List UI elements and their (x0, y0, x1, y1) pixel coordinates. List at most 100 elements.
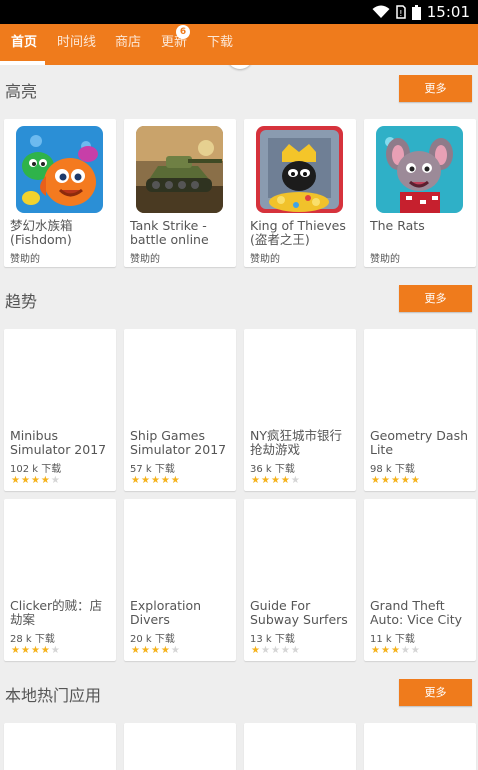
featured-card-the-rats[interactable]: The Rats 赞助的 (364, 119, 476, 267)
star-icon: ★ (140, 475, 150, 486)
more-button-featured[interactable]: 更多 (399, 75, 472, 102)
section-title-local-popular: 本地热门应用 (5, 686, 102, 705)
card-subtitle: 赞助的 (250, 254, 280, 265)
rating-stars: ★ ★ ★ ★ ★ (251, 476, 300, 486)
star-icon: ★ (40, 645, 50, 656)
tank-strike-icon (136, 126, 223, 213)
star-icon: ★ (290, 645, 300, 656)
card-title: Geometry Dash Lite (370, 428, 469, 457)
card-downloads: 102 k 下载 (10, 464, 62, 475)
fishdom-icon (16, 126, 103, 213)
star-icon: ★ (251, 475, 260, 486)
trending-card[interactable]: NY疯狂城市银行 抢劫游戏 36 k 下载 ★ ★ ★ ★ ★ (244, 329, 356, 491)
card-downloads: 98 k 下载 (370, 464, 415, 475)
trending-card[interactable]: Geometry Dash Lite 98 k 下载 ★ ★ ★ ★ ★ (364, 329, 476, 491)
main-content[interactable]: 高亮 更多 梦幻水族箱 (Fishdom) 赞助的 Tank Strike - … (0, 65, 478, 770)
card-title: Exploration Divers (130, 598, 202, 627)
local-popular-card[interactable] (4, 723, 116, 770)
card-title: NY疯狂城市银行 抢劫游戏 (250, 428, 342, 457)
card-downloads: 36 k 下载 (250, 464, 295, 475)
more-button-trending[interactable]: 更多 (399, 285, 472, 312)
section-title-trending: 趋势 (5, 292, 38, 311)
rating-stars: ★ ★ ★ ★ ★ (131, 646, 180, 656)
star-icon: ★ (20, 645, 30, 656)
card-title: Grand Theft Auto: Vice City (370, 598, 462, 627)
trending-card[interactable]: Minibus Simulator 2017 102 k 下载 ★ ★ ★ ★ ★ (4, 329, 116, 491)
star-icon: ★ (40, 475, 50, 486)
section-title-featured: 高亮 (5, 82, 38, 101)
svg-text:!: ! (399, 9, 402, 18)
card-subtitle: 赞助的 (10, 254, 40, 265)
featured-card-tank-strike[interactable]: Tank Strike - battle online 赞助的 (124, 119, 236, 267)
no-sim-icon: ! (396, 5, 406, 19)
card-title: Ship Games Simulator 2017 (130, 428, 227, 457)
card-downloads: 28 k 下载 (10, 634, 55, 645)
rating-stars: ★ ★ ★ ★ ★ (11, 476, 60, 486)
battery-icon (411, 4, 421, 20)
card-downloads: 57 k 下载 (130, 464, 175, 475)
star-icon: ★ (290, 475, 300, 486)
star-icon: ★ (170, 645, 180, 656)
star-icon: ★ (131, 645, 140, 656)
star-icon: ★ (160, 475, 170, 486)
star-icon: ★ (280, 475, 290, 486)
rating-stars: ★ ★ ★ ★ ★ (371, 476, 420, 486)
star-icon: ★ (30, 645, 40, 656)
the-rats-icon (376, 126, 463, 213)
tab-bar: 首页 时间线 商店 更新 6 下载 (0, 24, 478, 65)
tab-home[interactable]: 首页 (11, 24, 37, 65)
tab-timeline[interactable]: 时间线 (57, 24, 96, 65)
wifi-icon (372, 5, 390, 18)
star-icon: ★ (400, 645, 410, 656)
star-icon: ★ (260, 475, 270, 486)
card-subtitle: 赞助的 (130, 254, 160, 265)
star-icon: ★ (20, 475, 30, 486)
status-bar: ! 15:01 (0, 0, 478, 24)
status-icons: ! 15:01 (372, 3, 470, 21)
rating-stars: ★ ★ ★ ★ ★ (371, 646, 420, 656)
star-icon: ★ (50, 645, 60, 656)
star-icon: ★ (251, 645, 260, 656)
card-subtitle: 赞助的 (370, 254, 400, 265)
star-icon: ★ (380, 645, 390, 656)
card-title: Guide For Subway Surfers (250, 598, 348, 627)
star-icon: ★ (260, 645, 270, 656)
trending-card[interactable]: Clicker的贼：店 劫案 28 k 下载 ★ ★ ★ ★ ★ (4, 499, 116, 661)
status-time: 15:01 (426, 3, 470, 21)
star-icon: ★ (160, 645, 170, 656)
local-popular-card[interactable] (244, 723, 356, 770)
featured-card-king-of-thieves[interactable]: King of Thieves (盗者之王) 赞助的 (244, 119, 356, 267)
star-icon: ★ (280, 645, 290, 656)
card-title: King of Thieves (盗者之王) (250, 218, 346, 247)
refresh-indicator (227, 65, 253, 69)
star-icon: ★ (11, 645, 20, 656)
tab-store[interactable]: 商店 (115, 24, 141, 65)
card-title: Tank Strike - battle online (130, 218, 209, 247)
local-popular-card[interactable] (124, 723, 236, 770)
trending-card[interactable]: Exploration Divers 20 k 下载 ★ ★ ★ ★ ★ (124, 499, 236, 661)
trending-card[interactable]: Grand Theft Auto: Vice City 11 k 下载 ★ ★ ★ ★… (364, 499, 476, 661)
star-icon: ★ (270, 475, 280, 486)
card-downloads: 11 k 下载 (370, 634, 415, 645)
tab-downloads[interactable]: 下载 (207, 24, 233, 65)
featured-card-fishdom[interactable]: 梦幻水族箱 (Fishdom) 赞助的 (4, 119, 116, 267)
star-icon: ★ (410, 645, 420, 656)
card-title: Clicker的贼：店 劫案 (10, 598, 103, 627)
star-icon: ★ (390, 475, 400, 486)
card-title: The Rats (370, 218, 425, 233)
star-icon: ★ (131, 475, 140, 486)
star-icon: ★ (140, 645, 150, 656)
star-icon: ★ (50, 475, 60, 486)
star-icon: ★ (270, 645, 280, 656)
local-popular-card[interactable] (364, 723, 476, 770)
star-icon: ★ (150, 645, 160, 656)
more-button-local-popular[interactable]: 更多 (399, 679, 472, 706)
star-icon: ★ (150, 475, 160, 486)
card-title: 梦幻水族箱 (Fishdom) (10, 218, 73, 247)
star-icon: ★ (390, 645, 400, 656)
trending-card[interactable]: Ship Games Simulator 2017 57 k 下载 ★ ★ ★ ★ ★ (124, 329, 236, 491)
rating-stars: ★ ★ ★ ★ ★ (131, 476, 180, 486)
star-icon: ★ (371, 475, 380, 486)
trending-card[interactable]: Guide For Subway Surfers 13 k 下载 ★ ★ ★ ★ ★ (244, 499, 356, 661)
star-icon: ★ (410, 475, 420, 486)
